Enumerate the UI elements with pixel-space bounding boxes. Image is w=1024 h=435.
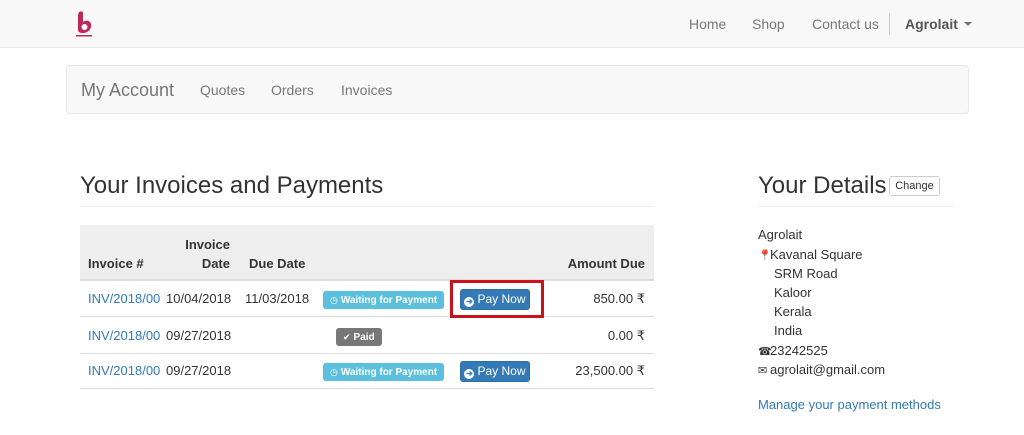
nav-shop-link[interactable]: Shop (752, 16, 785, 32)
title-divider (80, 206, 654, 207)
col-invoice-date-line2: Date (201, 256, 230, 271)
manage-payment-methods-link[interactable]: Manage your payment methods (758, 397, 941, 412)
invoice-number-link[interactable]: INV/2018/0002 (88, 291, 160, 306)
arrow-circle-right-icon: ➔ (464, 369, 475, 379)
email-line: ✉ agrolait@gmail.com (758, 362, 885, 377)
col-invoice-number: Invoice # (88, 256, 144, 271)
invoice-date: 09/27/2018 (166, 328, 232, 343)
col-amount-due: Amount Due (567, 256, 645, 271)
logo-icon (76, 11, 92, 37)
phone-line: ☎23242525 (758, 343, 828, 358)
details-name: Agrolait (758, 227, 803, 242)
status-text: Paid (353, 332, 375, 343)
amount-due: 0.00 ₹ (607, 328, 645, 343)
invoice-date: 09/27/2018 (166, 363, 232, 378)
email-address: agrolait@gmail.com (770, 362, 886, 377)
subnav-quotes-link[interactable]: Quotes (200, 82, 245, 98)
table-header: Invoice # Invoice Date Due Date Amount D… (80, 225, 654, 281)
envelope-icon: ✉ (758, 365, 768, 377)
status-badge: ◷ Waiting for Payment (323, 291, 445, 309)
details-title: Your Details (758, 172, 887, 199)
subnav-invoices-link[interactable]: Invoices (341, 82, 392, 98)
status-text: Waiting for Payment (340, 295, 438, 306)
status-badge: ◷ Waiting for Payment (323, 363, 445, 381)
address-country: India (774, 323, 803, 338)
account-navbar: My Account Quotes Orders Invoices (66, 65, 969, 114)
details-divider (758, 206, 954, 207)
top-navbar: Home Shop Contact us Agrolait (0, 0, 1024, 48)
table-row: INV/2018/0003 09/27/2018 ◷Waiting for Pa… (80, 353, 654, 389)
highlight-box (450, 280, 544, 318)
col-invoice-date-line1: Invoice (185, 237, 230, 252)
account-brand[interactable]: My Account (81, 80, 174, 101)
address-street: Kavanal Square (770, 247, 863, 262)
nav-contact-link[interactable]: Contact us (812, 16, 879, 32)
check-icon: ✔ (343, 332, 351, 342)
address-road: SRM Road (774, 266, 838, 281)
address-area: Kaloor (774, 285, 812, 300)
address-line: 📍Kavanal Square (758, 247, 863, 262)
nav-divider (889, 13, 890, 35)
logo[interactable] (72, 10, 96, 38)
change-details-button[interactable]: Change (889, 176, 940, 196)
address-state: Kerala (774, 304, 812, 319)
due-date: 11/03/2018 (245, 291, 310, 306)
subnav-orders-link[interactable]: Orders (271, 82, 314, 98)
invoices-title: Your Invoices and Payments (80, 172, 384, 199)
table-row: INV/2018/0001 09/27/2018 ✔Paid 0.00 ₹ (80, 318, 654, 354)
invoice-date: 10/04/2018 (166, 291, 232, 306)
invoice-number-link[interactable]: INV/2018/0001 (88, 328, 160, 343)
pay-now-button[interactable]: ➔ Pay Now (460, 361, 530, 382)
caret-down-icon (963, 22, 972, 26)
table-row: INV/2018/0002 10/04/2018 11/03/2018 ◷Wai… (80, 281, 654, 317)
clock-icon: ◷ (330, 295, 338, 305)
phone-number: 23242525 (770, 343, 828, 358)
map-marker-icon: 📍 (758, 250, 772, 262)
amount-due: 850.00 ₹ (593, 291, 645, 306)
invoice-number-link[interactable]: INV/2018/0003 (88, 363, 160, 378)
pay-now-label: Pay Now (477, 364, 526, 378)
clock-icon: ◷ (330, 367, 338, 377)
col-due-date: Due Date (249, 256, 306, 271)
phone-icon: ☎ (758, 346, 772, 358)
nav-home-link[interactable]: Home (689, 16, 726, 32)
user-menu[interactable]: Agrolait (905, 16, 972, 32)
amount-due: 23,500.00 ₹ (575, 363, 645, 378)
status-badge: ✔ Paid (336, 328, 382, 346)
user-name: Agrolait (905, 16, 958, 32)
status-text: Waiting for Payment (340, 367, 438, 378)
